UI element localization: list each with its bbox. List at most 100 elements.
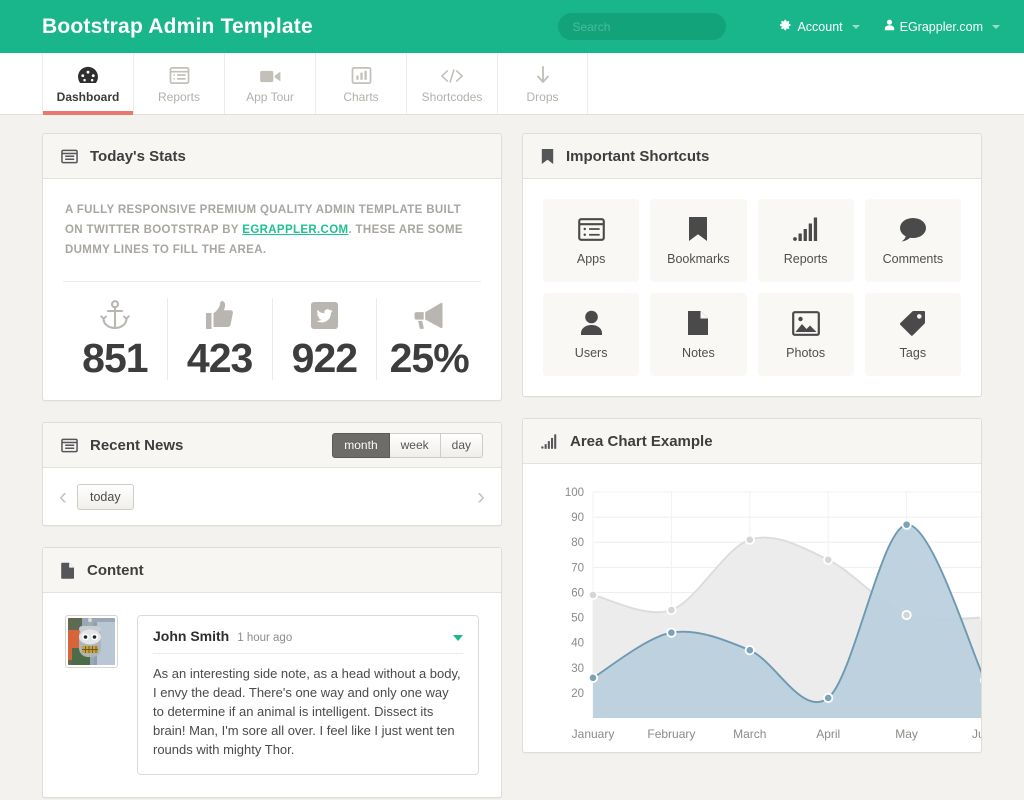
user-menu[interactable]: EGrappler.com [884, 19, 1000, 34]
shortcut-users[interactable]: Users [543, 293, 640, 376]
calendar-toolbar: ‹ today › [43, 468, 501, 525]
megaphone-icon [414, 298, 445, 332]
search-input[interactable] [558, 13, 727, 40]
panel-body: John Smith 1 hour ago As an interesting … [43, 593, 501, 797]
shortcuts-grid: Apps Bookmarks Reports Comments Users No… [543, 199, 961, 376]
thumbs-up-icon [205, 298, 234, 332]
tab-drops[interactable]: Drops [497, 53, 588, 114]
apps-list-icon [577, 215, 605, 243]
dashboard-gauge-icon [77, 63, 99, 85]
comment-bubble-icon [899, 215, 927, 243]
user-icon [580, 309, 603, 337]
shortcut-label: Photos [786, 346, 826, 360]
photo-icon [791, 309, 820, 337]
area-chart-svg[interactable]: 20 30 40 50 60 70 80 90 100 January February March A… [523, 478, 981, 752]
list-panel-icon [61, 149, 78, 164]
tab-dashboard[interactable]: Dashboard [42, 53, 133, 115]
tab-label: Shortcodes [421, 90, 483, 104]
stat-anchor: 851 [63, 298, 167, 380]
left-column: Today's Stats A FULLY RESPONSIVE PREMIUM… [42, 133, 502, 798]
panel-title: Today's Stats [90, 147, 186, 165]
shortcut-label: Notes [682, 346, 715, 360]
panel-title: Recent News [90, 436, 184, 454]
header-right-group: Account EGrappler.com [558, 13, 1000, 40]
tab-label: App Tour [246, 90, 294, 104]
comment-header: John Smith 1 hour ago [153, 628, 463, 654]
stat-conversion: 25% [376, 298, 481, 380]
shortcut-label: Reports [783, 252, 828, 266]
stat-twitter: 922 [271, 298, 377, 380]
bender-avatar-image [68, 618, 115, 665]
egrappler-link[interactable]: EGRAPPLER.COM [242, 224, 348, 236]
svg-text:January: January [572, 727, 615, 741]
tab-reports[interactable]: Reports [133, 53, 224, 114]
shortcut-bookmarks[interactable]: Bookmarks [650, 199, 747, 282]
right-column: Important Shortcuts Apps Bookmarks Repor… [522, 133, 982, 798]
svg-text:February: February [647, 727, 695, 741]
bookmark-panel-icon [541, 148, 554, 165]
shortcut-apps[interactable]: Apps [543, 199, 640, 282]
document-panel-icon [61, 562, 75, 579]
user-label: EGrappler.com [899, 19, 983, 34]
main-content-area: Today's Stats A FULLY RESPONSIVE PREMIUM… [0, 115, 1024, 798]
code-brackets-icon [440, 63, 464, 85]
gear-icon [780, 19, 792, 34]
panel-header: Today's Stats [43, 134, 501, 179]
area-chart-panel: Area Chart Example 20 30 40 50 60 70 80 90 100 Ja… [522, 418, 982, 753]
svg-text:April: April [816, 727, 840, 741]
tab-charts[interactable]: Charts [315, 53, 406, 114]
svg-text:80: 80 [571, 537, 584, 549]
document-icon [687, 309, 709, 337]
today-button[interactable]: today [77, 483, 134, 510]
svg-text:70: 70 [571, 562, 584, 574]
prev-arrow-icon[interactable]: ‹ [59, 484, 67, 509]
svg-text:40: 40 [571, 638, 584, 650]
svg-text:June: June [972, 727, 981, 741]
account-menu[interactable]: Account [780, 19, 860, 34]
tab-app-tour[interactable]: App Tour [224, 53, 315, 114]
shortcut-notes[interactable]: Notes [650, 293, 747, 376]
shortcut-tags[interactable]: Tags [864, 293, 961, 376]
view-month-button[interactable]: month [332, 432, 390, 458]
chevron-down-icon [992, 24, 1000, 29]
panel-header: Recent News month week day [43, 423, 501, 468]
panel-header: Area Chart Example [523, 419, 981, 464]
tab-label: Drops [526, 90, 559, 104]
video-camera-icon [259, 63, 282, 85]
tab-label: Dashboard [56, 90, 120, 104]
shortcut-photos[interactable]: Photos [757, 293, 854, 376]
panel-body: Apps Bookmarks Reports Comments Users No… [523, 179, 981, 396]
list-panel-icon [61, 438, 78, 453]
panel-header: Content [43, 548, 501, 593]
chevron-down-icon[interactable] [453, 635, 463, 641]
comment-timestamp: 1 hour ago [237, 632, 293, 644]
svg-text:20: 20 [571, 688, 584, 700]
view-day-button[interactable]: day [440, 432, 483, 458]
avatar[interactable] [65, 615, 118, 668]
tab-label: Reports [157, 90, 201, 104]
shortcut-reports[interactable]: Reports [757, 199, 854, 282]
view-week-button[interactable]: week [389, 432, 441, 458]
panel-body: A FULLY RESPONSIVE PREMIUM QUALITY ADMIN… [43, 179, 501, 400]
shortcut-label: Bookmarks [667, 252, 730, 266]
stats-description: A FULLY RESPONSIVE PREMIUM QUALITY ADMIN… [63, 199, 481, 260]
tab-label: Charts [343, 90, 379, 104]
tab-shortcodes[interactable]: Shortcodes [406, 53, 497, 114]
svg-text:30: 30 [571, 663, 584, 675]
panel-title: Important Shortcuts [566, 147, 710, 165]
user-icon [884, 19, 895, 34]
svg-text:100: 100 [565, 487, 584, 499]
next-arrow-icon[interactable]: › [477, 484, 485, 509]
signal-bars-icon [792, 215, 819, 243]
shortcut-label: Apps [576, 252, 606, 266]
content-panel: Content John Smith 1 hour ago As an inte… [42, 547, 502, 798]
tag-icon [899, 309, 926, 337]
shortcut-comments[interactable]: Comments [864, 199, 961, 282]
shortcut-label: Users [574, 346, 608, 360]
svg-text:March: March [733, 727, 766, 741]
panel-header: Important Shortcuts [523, 134, 981, 179]
comment-box: John Smith 1 hour ago As an interesting … [137, 615, 479, 775]
stat-likes: 423 [166, 298, 272, 380]
recent-news-panel: Recent News month week day ‹ today › [42, 422, 502, 526]
divider [63, 281, 481, 282]
